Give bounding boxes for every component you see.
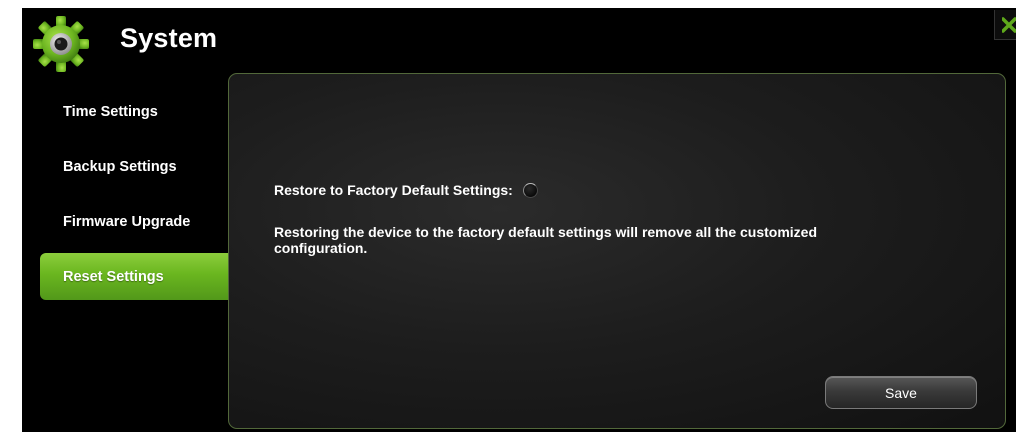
sidebar-item-reset-settings[interactable]: Reset Settings	[40, 253, 250, 300]
restore-description: Restoring the device to the factory defa…	[274, 224, 818, 256]
page-title: System	[120, 23, 218, 53]
sidebar-item-firmware-upgrade[interactable]: Firmware Upgrade	[40, 198, 250, 245]
save-button[interactable]: Save	[825, 376, 977, 409]
sidebar-nav: Time Settings Backup Settings Firmware U…	[40, 88, 250, 308]
close-icon	[1001, 16, 1016, 33]
gear-icon	[33, 16, 89, 72]
restore-row: Restore to Factory Default Settings:	[274, 182, 538, 198]
restore-label: Restore to Factory Default Settings:	[274, 182, 513, 198]
sidebar-item-time-settings[interactable]: Time Settings	[40, 88, 250, 135]
sidebar-item-backup-settings[interactable]: Backup Settings	[40, 143, 250, 190]
system-window: System Time Settings Backup Settings Fir…	[22, 8, 1016, 432]
reset-settings-panel: Restore to Factory Default Settings: Res…	[228, 73, 1006, 429]
close-button[interactable]	[994, 10, 1016, 40]
restore-factory-radio[interactable]	[522, 182, 538, 198]
